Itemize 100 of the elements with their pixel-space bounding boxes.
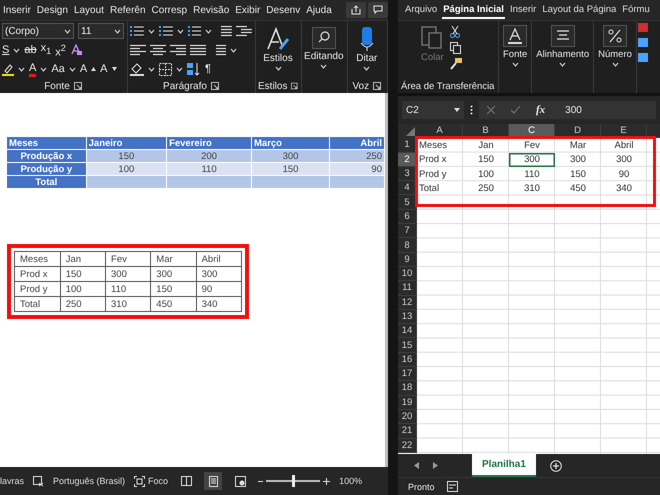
row-header[interactable]: 9	[398, 252, 417, 267]
caret-icon[interactable]	[114, 28, 121, 34]
caret-icon[interactable]	[148, 28, 155, 34]
dictate-button[interactable]: Ditar	[356, 53, 378, 64]
font-size-dropdown[interactable]: 11	[78, 23, 124, 39]
ribbon-tab[interactable]: Exibir	[233, 4, 262, 16]
row-header[interactable]: 13	[398, 310, 417, 324]
slider-thumb[interactable]	[292, 475, 296, 487]
caret-icon[interactable]	[230, 48, 237, 52]
caret-icon[interactable]	[512, 62, 519, 67]
share-icon[interactable]	[351, 5, 361, 15]
caret-icon[interactable]	[13, 48, 20, 52]
print-layout-button[interactable]	[204, 472, 222, 490]
check-icon[interactable]	[511, 106, 520, 114]
paragraph-marks-button[interactable]: ¶	[205, 63, 211, 75]
cell[interactable]: Meses	[417, 138, 463, 153]
shading-icon[interactable]	[130, 62, 144, 76]
row-header[interactable]: 6	[398, 210, 417, 224]
language-indicator[interactable]: Português (Brasil)	[53, 476, 126, 486]
cell[interactable]: 250	[463, 181, 509, 196]
cancel-icon[interactable]	[487, 106, 495, 114]
scroll-left-icon[interactable]	[414, 462, 419, 469]
increase-indent-icon[interactable]	[236, 25, 252, 37]
focus-mode-button[interactable]: Foco	[148, 476, 168, 486]
dialog-launcher-icon[interactable]	[210, 82, 219, 90]
format-button[interactable]: S	[2, 44, 10, 56]
ribbon-tab[interactable]: Revisão	[191, 4, 232, 16]
formula-input[interactable]: 300	[565, 104, 582, 116]
caret-icon[interactable]	[64, 28, 71, 34]
row-header[interactable]: 19	[398, 396, 417, 410]
format-button[interactable]: A	[100, 63, 108, 75]
format-button[interactable]: ab	[24, 44, 37, 56]
row-header[interactable]: 12	[398, 296, 417, 310]
cell[interactable]: 150	[555, 166, 601, 182]
copy-icon[interactable]	[450, 42, 461, 54]
proofing-icon[interactable]	[33, 476, 44, 486]
clear-formatting-icon[interactable]	[70, 44, 82, 56]
dialog-launcher-icon[interactable]	[373, 82, 382, 90]
cell[interactable]: 310	[509, 181, 555, 196]
cell[interactable]: Mar	[555, 138, 601, 153]
justify-icon[interactable]	[190, 44, 206, 56]
caret-icon[interactable]	[18, 66, 25, 72]
name-box[interactable]: C2	[402, 101, 464, 119]
row-header[interactable]: 11	[398, 281, 417, 296]
dropdown-icon[interactable]	[454, 108, 460, 112]
styles-icon[interactable]	[266, 27, 290, 51]
numbered-list-icon[interactable]	[158, 25, 173, 37]
accessibility-icon[interactable]	[446, 481, 458, 492]
format-painter-icon[interactable]	[450, 58, 462, 70]
align-center-icon[interactable]	[150, 44, 166, 56]
font-name-dropdown[interactable]: (Corpo)	[2, 23, 74, 39]
cell[interactable]: Prod y	[417, 166, 463, 182]
styles-button[interactable]: Estilos	[263, 53, 293, 64]
ribbon-tab[interactable]: Inserir	[1, 4, 33, 16]
caret-icon[interactable]	[559, 62, 566, 67]
cell[interactable]: Jan	[463, 138, 509, 153]
cell[interactable]: Abril	[601, 138, 647, 153]
ribbon-tab[interactable]: Arquivo	[404, 2, 438, 18]
caret-icon[interactable]	[40, 66, 48, 72]
row-header[interactable]: 22	[398, 438, 417, 453]
ribbon-tab[interactable]: Referên	[108, 4, 148, 16]
comments-button[interactable]	[368, 2, 388, 18]
caret-icon[interactable]	[205, 28, 212, 34]
row-header[interactable]: 7	[398, 224, 417, 238]
scroll-right-icon[interactable]	[433, 462, 438, 469]
caret-icon[interactable]	[176, 66, 183, 72]
more-options-icon[interactable]	[470, 105, 473, 115]
caret-icon[interactable]	[176, 28, 184, 34]
format-button[interactable]: x$^{2}$	[55, 42, 66, 58]
caret-icon[interactable]	[68, 66, 76, 72]
ribbon-tab[interactable]: Inserir	[508, 2, 538, 18]
cell[interactable]: Prod x	[417, 152, 463, 167]
format-button[interactable]: A	[80, 63, 88, 75]
caret-icon[interactable]	[612, 62, 618, 67]
ribbon-tab[interactable]: Fórmu	[621, 2, 651, 18]
shrink-caret-icon[interactable]	[112, 67, 116, 71]
ribbon-tab[interactable]: Layout da Página	[541, 2, 618, 18]
cell[interactable]: 90	[601, 166, 647, 182]
ribbon-tab[interactable]: Desenv	[264, 4, 302, 16]
borders-icon[interactable]	[159, 62, 172, 76]
row-header[interactable]: 5	[398, 195, 417, 210]
format-button[interactable]: Aa	[51, 63, 65, 75]
ribbon-tab[interactable]: Ajuda	[304, 4, 334, 16]
styles-icons[interactable]	[636, 21, 649, 65]
row-header[interactable]: 14	[398, 324, 417, 338]
cell[interactable]: Total	[417, 181, 463, 196]
scissors-icon[interactable]	[450, 26, 460, 38]
add-sheet-icon[interactable]	[550, 460, 562, 472]
align-left-icon[interactable]	[130, 44, 146, 56]
row-header[interactable]: 18	[398, 381, 417, 396]
row-header[interactable]: 17	[398, 367, 417, 382]
row-header[interactable]: 10	[398, 266, 417, 282]
dialog-launcher-icon[interactable]	[74, 82, 82, 90]
zoom-in-icon[interactable]	[323, 478, 330, 484]
row-header[interactable]: 21	[398, 424, 417, 439]
format-button[interactable]: A	[29, 62, 36, 76]
caret-icon[interactable]	[320, 64, 328, 69]
format-button[interactable]: x$_{1}$	[40, 42, 52, 58]
cell[interactable]: 100	[463, 166, 509, 182]
sheet-tab[interactable]: Planilha1	[472, 454, 536, 477]
